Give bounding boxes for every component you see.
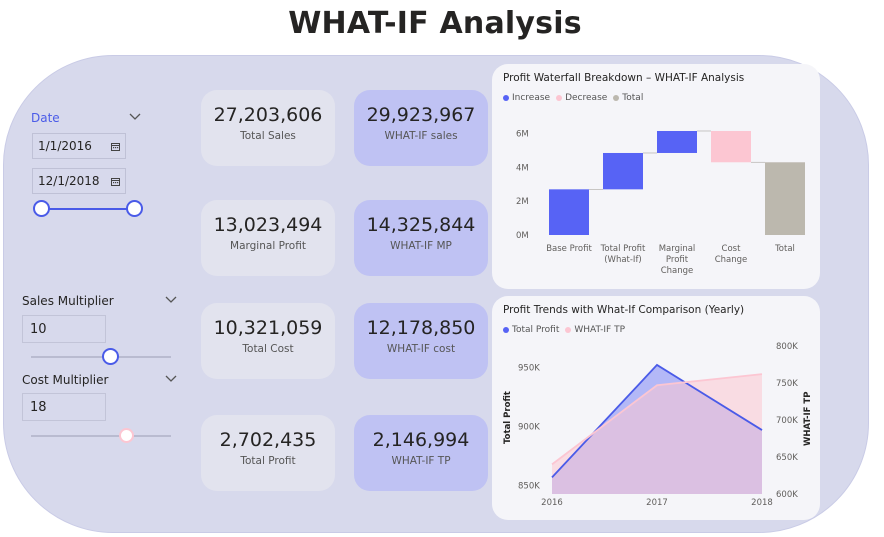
sales-multiplier-input[interactable]: 10 bbox=[22, 315, 106, 343]
kpi-value: 12,178,850 bbox=[366, 317, 476, 339]
kpi-value: 10,321,059 bbox=[213, 317, 323, 339]
cost-multiplier-title: Cost Multiplier bbox=[22, 373, 109, 387]
start-date-value: 1/1/2016 bbox=[38, 139, 92, 153]
waterfall-bar bbox=[657, 130, 697, 153]
left-tick-label: 950K bbox=[518, 363, 540, 373]
right-tick-label: 800K bbox=[776, 342, 798, 352]
date-slicer-title: Date bbox=[31, 111, 60, 125]
kpi-card-whatif-tp: 2,146,994 WHAT-IF TP bbox=[354, 415, 488, 491]
right-tick-label: 600K bbox=[776, 490, 798, 500]
sales-multiplier-value: 10 bbox=[30, 322, 47, 337]
left-tick-label: 850K bbox=[518, 482, 540, 492]
calendar-icon[interactable] bbox=[111, 177, 120, 186]
x-tick-label: Total bbox=[774, 244, 795, 254]
chevron-down-icon[interactable] bbox=[129, 113, 141, 121]
left-axis-label: Total Profit bbox=[503, 391, 513, 444]
kpi-card-total-cost: 10,321,059 Total Cost bbox=[201, 303, 335, 379]
kpi-label: Total Sales bbox=[240, 130, 296, 142]
waterfall-chart-panel[interactable]: Profit Waterfall Breakdown – WHAT-IF Ana… bbox=[492, 64, 820, 289]
waterfall-bar bbox=[765, 162, 805, 235]
x-tick-label: Change bbox=[715, 255, 748, 265]
kpi-card-total-sales: 27,203,606 Total Sales bbox=[201, 90, 335, 166]
x-tick-label: Profit bbox=[666, 255, 689, 265]
y-tick-label: 0M bbox=[516, 231, 529, 241]
right-tick-label: 750K bbox=[776, 379, 798, 389]
trend-chart: 850K 900K 950K 600K 650K 700K 750K 800K 2016 2017… bbox=[503, 342, 813, 508]
waterfall-bar bbox=[549, 189, 589, 235]
kpi-card-whatif-mp: 14,325,844 WHAT-IF MP bbox=[354, 200, 488, 276]
cost-multiplier-value: 18 bbox=[30, 400, 47, 415]
kpi-label: WHAT-IF TP bbox=[391, 455, 451, 467]
kpi-label: Total Cost bbox=[242, 343, 294, 355]
sales-multiplier-track[interactable] bbox=[31, 356, 171, 358]
page-title: WHAT-IF Analysis bbox=[288, 6, 582, 41]
waterfall-bar bbox=[711, 130, 751, 163]
waterfall-chart: 0M2M4M6MBase Profit Total Profit(What-If)… bbox=[516, 130, 805, 276]
x-tick-label: Total Profit bbox=[600, 244, 646, 254]
y-tick-label: 4M bbox=[516, 163, 529, 173]
kpi-label: WHAT-IF cost bbox=[386, 343, 456, 355]
date-range-track[interactable] bbox=[42, 208, 134, 210]
cost-multiplier-track[interactable] bbox=[31, 435, 171, 437]
x-tick-label: 2016 bbox=[541, 498, 563, 508]
kpi-card-whatif-cost: 12,178,850 WHAT-IF cost bbox=[354, 303, 488, 379]
kpi-value: 27,203,606 bbox=[213, 104, 323, 126]
x-tick-label: (What-If) bbox=[604, 255, 642, 265]
x-tick-label: 2018 bbox=[751, 498, 773, 508]
x-tick-label: Marginal bbox=[659, 244, 696, 254]
kpi-card-total-profit: 2,702,435 Total Profit bbox=[201, 415, 335, 491]
kpi-label: WHAT-IF MP bbox=[390, 240, 452, 252]
right-axis-label: WHAT-IF TP bbox=[803, 392, 813, 446]
cost-multiplier-input[interactable]: 18 bbox=[22, 393, 106, 421]
y-tick-label: 6M bbox=[516, 130, 529, 140]
x-tick-label: Change bbox=[661, 266, 694, 276]
y-tick-label: 2M bbox=[516, 197, 529, 207]
end-date-value: 12/1/2018 bbox=[38, 174, 100, 188]
kpi-value: 2,702,435 bbox=[219, 429, 317, 451]
trend-chart-panel[interactable]: Profit Trends with What-If Comparison (Y… bbox=[492, 296, 820, 520]
kpi-value: 13,023,494 bbox=[213, 214, 323, 236]
sales-multiplier-title: Sales Multiplier bbox=[22, 294, 114, 308]
date-range-end-handle[interactable] bbox=[126, 200, 143, 217]
left-tick-label: 900K bbox=[518, 423, 540, 433]
whatif-tp-area bbox=[552, 374, 762, 494]
end-date-input[interactable]: 12/1/2018 bbox=[32, 168, 126, 194]
calendar-icon[interactable] bbox=[111, 142, 120, 151]
kpi-label: Total Profit bbox=[240, 455, 296, 467]
kpi-value: 14,325,844 bbox=[366, 214, 476, 236]
waterfall-bar bbox=[603, 152, 643, 190]
kpi-card-whatif-sales: 29,923,967 WHAT-IF sales bbox=[354, 90, 488, 166]
date-range-start-handle[interactable] bbox=[33, 200, 50, 217]
chevron-down-icon[interactable] bbox=[165, 375, 177, 383]
cost-multiplier-handle[interactable] bbox=[118, 428, 134, 443]
start-date-input[interactable]: 1/1/2016 bbox=[32, 133, 126, 159]
x-tick-label: 2017 bbox=[646, 498, 668, 508]
kpi-label: WHAT-IF sales bbox=[384, 130, 458, 142]
right-tick-label: 700K bbox=[776, 416, 798, 426]
right-tick-label: 650K bbox=[776, 453, 798, 463]
kpi-label: Marginal Profit bbox=[230, 240, 306, 252]
x-tick-label: Cost bbox=[722, 244, 742, 254]
chevron-down-icon[interactable] bbox=[165, 296, 177, 304]
kpi-value: 29,923,967 bbox=[366, 104, 476, 126]
kpi-value: 2,146,994 bbox=[372, 429, 470, 451]
kpi-card-marginal-profit: 13,023,494 Marginal Profit bbox=[201, 200, 335, 276]
x-tick-label: Base Profit bbox=[546, 244, 592, 254]
